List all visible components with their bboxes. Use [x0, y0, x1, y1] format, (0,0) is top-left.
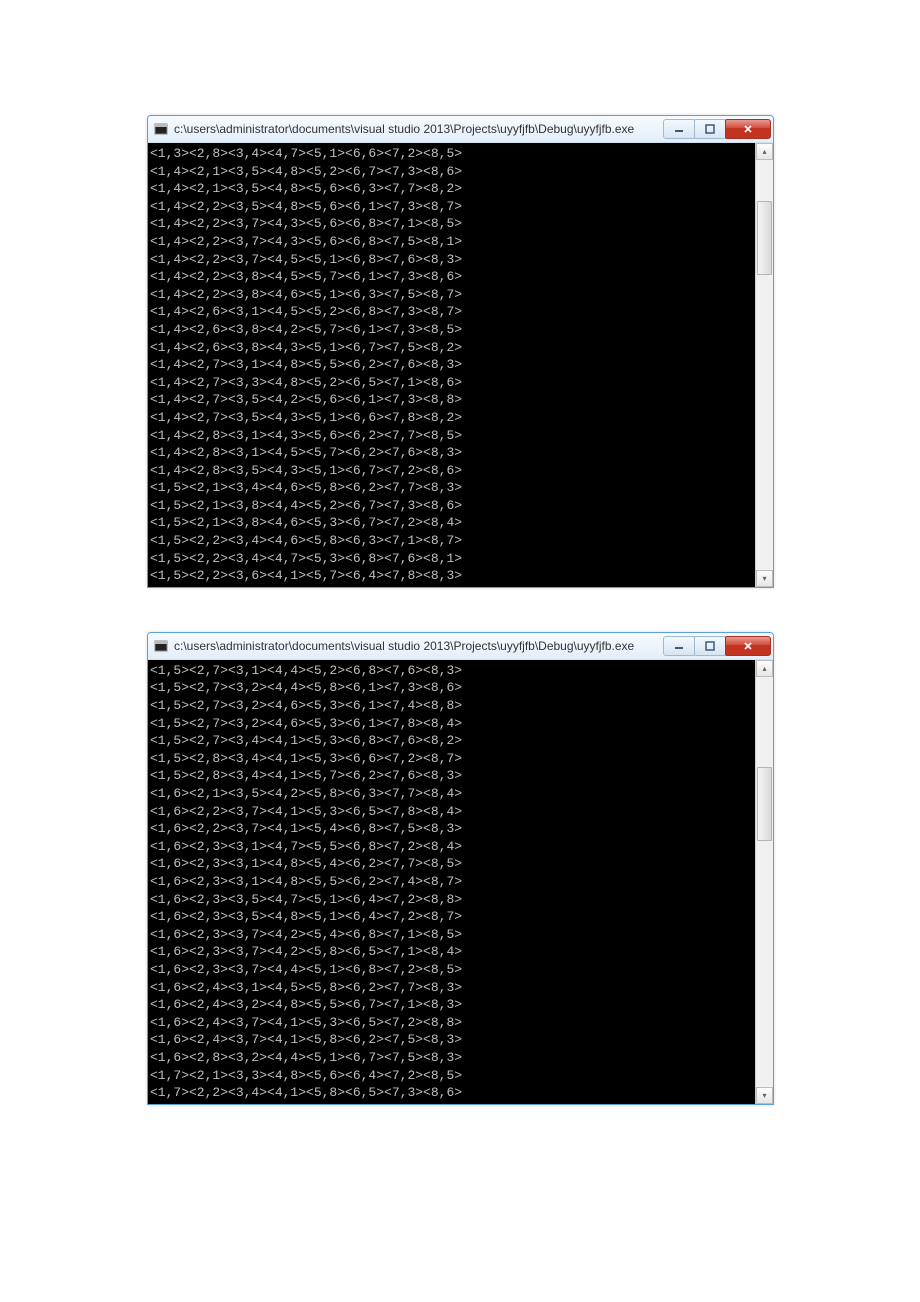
maximize-button[interactable]	[694, 636, 726, 656]
console-line: <1,4><2,7><3,1><4,8><5,5><6,2><7,6><8,3>	[150, 356, 751, 374]
console-line: <1,6><2,3><3,7><4,4><5,1><6,8><7,2><8,5>	[150, 961, 751, 979]
scroll-up-icon: ▴	[762, 664, 766, 673]
scroll-up-button[interactable]: ▴	[756, 660, 773, 677]
console-line: <1,4><2,7><3,3><4,8><5,2><6,5><7,1><8,6>	[150, 374, 751, 392]
scrollbar[interactable]: ▴ ▾	[755, 660, 773, 1104]
maximize-button[interactable]	[694, 119, 726, 139]
scroll-down-icon: ▾	[762, 1091, 766, 1100]
console-line: <1,7><2,2><3,4><4,1><5,8><6,5><7,3><8,6>	[150, 1084, 751, 1102]
console-line: <1,4><2,2><3,7><4,3><5,6><6,8><7,5><8,1>	[150, 233, 751, 251]
console-line: <1,5><2,7><3,2><4,6><5,3><6,1><7,4><8,8>	[150, 697, 751, 715]
maximize-icon	[705, 641, 715, 651]
window-title: c:\users\administrator\documents\visual …	[174, 122, 664, 136]
console-line: <1,6><2,2><3,7><4,1><5,4><6,8><7,5><8,3>	[150, 820, 751, 838]
scroll-up-icon: ▴	[762, 147, 766, 156]
scrollbar-thumb[interactable]	[757, 767, 772, 841]
console-line: <1,4><2,8><3,1><4,3><5,6><6,2><7,7><8,5>	[150, 427, 751, 445]
console-line: <1,5><2,7><3,4><4,1><5,3><6,8><7,6><8,2>	[150, 732, 751, 750]
titlebar[interactable]: c:\users\administrator\documents\visual …	[148, 116, 773, 143]
titlebar[interactable]: c:\users\administrator\documents\visual …	[148, 633, 773, 660]
console-line: <1,5><2,8><3,4><4,1><5,3><6,6><7,2><8,7>	[150, 750, 751, 768]
console-line: <1,7><2,1><3,3><4,8><5,6><6,4><7,2><8,5>	[150, 1067, 751, 1085]
console-output: <1,5><2,7><3,1><4,4><5,2><6,8><7,6><8,3>…	[148, 660, 755, 1104]
console-line: <1,4><2,7><3,5><4,2><5,6><6,1><7,3><8,8>	[150, 391, 751, 409]
console-line: <1,5><2,7><3,2><4,4><5,8><6,1><7,3><8,6>	[150, 679, 751, 697]
maximize-icon	[705, 124, 715, 134]
window-controls	[664, 119, 771, 139]
console-line: <1,6><2,3><3,7><4,2><5,8><6,5><7,1><8,4>	[150, 943, 751, 961]
console-line: <1,4><2,1><3,5><4,8><5,2><6,7><7,3><8,6>	[150, 163, 751, 181]
scrollbar-thumb[interactable]	[757, 201, 772, 275]
console-line: <1,4><2,2><3,7><4,5><5,1><6,8><7,6><8,3>	[150, 251, 751, 269]
console-line: <1,4><2,2><3,5><4,8><5,6><6,1><7,3><8,7>	[150, 198, 751, 216]
console-line: <1,6><2,4><3,7><4,1><5,3><6,5><7,2><8,8>	[150, 1014, 751, 1032]
console-line: <1,5><2,1><3,4><4,6><5,8><6,2><7,7><8,3>	[150, 479, 751, 497]
console-window-1: c:\users\administrator\documents\visual …	[147, 115, 774, 588]
minimize-button[interactable]	[663, 119, 695, 139]
console-line: <1,6><2,2><3,7><4,1><5,3><6,5><7,8><8,4>	[150, 803, 751, 821]
console-line: <1,4><2,8><3,1><4,5><5,7><6,2><7,6><8,3>	[150, 444, 751, 462]
console-line: <1,6><2,3><3,1><4,8><5,5><6,2><7,4><8,7>	[150, 873, 751, 891]
console-line: <1,5><2,7><3,2><4,6><5,3><6,1><7,8><8,4>	[150, 715, 751, 733]
scroll-down-icon: ▾	[762, 574, 766, 583]
scrollbar-track[interactable]	[756, 160, 773, 570]
console-line: <1,6><2,8><3,2><4,4><5,1><6,7><7,5><8,3>	[150, 1049, 751, 1067]
console-line: <1,6><2,3><3,5><4,7><5,1><6,4><7,2><8,8>	[150, 891, 751, 909]
scroll-down-button[interactable]: ▾	[756, 1087, 773, 1104]
console-line: <1,6><2,3><3,7><4,2><5,4><6,8><7,1><8,5>	[150, 926, 751, 944]
console-line: <1,6><2,4><3,1><4,5><5,8><6,2><7,7><8,3>	[150, 979, 751, 997]
console-line: <1,5><2,8><3,4><4,1><5,7><6,2><7,6><8,3>	[150, 767, 751, 785]
console-line: <1,5><2,1><3,8><4,6><5,3><6,7><7,2><8,4>	[150, 514, 751, 532]
window-controls	[664, 636, 771, 656]
minimize-icon	[674, 124, 684, 134]
console-app-icon	[154, 122, 168, 136]
console-line: <1,4><2,2><3,7><4,3><5,6><6,8><7,1><8,5>	[150, 215, 751, 233]
console-line: <1,6><2,3><3,5><4,8><5,1><6,4><7,2><8,7>	[150, 908, 751, 926]
console-line: <1,6><2,3><3,1><4,8><5,4><6,2><7,7><8,5>	[150, 855, 751, 873]
console-line: <1,4><2,2><3,8><4,5><5,7><6,1><7,3><8,6>	[150, 268, 751, 286]
minimize-button[interactable]	[663, 636, 695, 656]
console-window-2: c:\users\administrator\documents\visual …	[147, 632, 774, 1105]
console-line: <1,4><2,6><3,1><4,5><5,2><6,8><7,3><8,7>	[150, 303, 751, 321]
close-button[interactable]	[725, 119, 771, 139]
console-line: <1,5><2,2><3,4><4,7><5,3><6,8><7,6><8,1>	[150, 550, 751, 568]
console-line: <1,6><2,3><3,1><4,7><5,5><6,8><7,2><8,4>	[150, 838, 751, 856]
console-line: <1,4><2,6><3,8><4,2><5,7><6,1><7,3><8,5>	[150, 321, 751, 339]
console-line: <1,4><2,7><3,5><4,3><5,1><6,6><7,8><8,2>	[150, 409, 751, 427]
console-line: <1,5><2,2><3,6><4,1><5,7><6,4><7,8><8,3>	[150, 567, 751, 585]
console-line: <1,6><2,4><3,2><4,8><5,5><6,7><7,1><8,3>	[150, 996, 751, 1014]
console-line: <1,5><2,7><3,1><4,4><5,2><6,8><7,6><8,3>	[150, 662, 751, 680]
console-app-icon	[154, 639, 168, 653]
console-line: <1,4><2,1><3,5><4,8><5,6><6,3><7,7><8,2>	[150, 180, 751, 198]
console-body: <1,3><2,8><3,4><4,7><5,1><6,6><7,2><8,5>…	[148, 143, 773, 587]
close-button[interactable]	[725, 636, 771, 656]
console-line: <1,4><2,8><3,5><4,3><5,1><6,7><7,2><8,6>	[150, 462, 751, 480]
console-line: <1,5><2,1><3,8><4,4><5,2><6,7><7,3><8,6>	[150, 497, 751, 515]
scroll-up-button[interactable]: ▴	[756, 143, 773, 160]
close-icon	[743, 641, 753, 651]
console-line: <1,4><2,2><3,8><4,6><5,1><6,3><7,5><8,7>	[150, 286, 751, 304]
scrollbar[interactable]: ▴ ▾	[755, 143, 773, 587]
scroll-down-button[interactable]: ▾	[756, 570, 773, 587]
console-line: <1,6><2,4><3,7><4,1><5,8><6,2><7,5><8,3>	[150, 1031, 751, 1049]
minimize-icon	[674, 641, 684, 651]
scrollbar-track[interactable]	[756, 677, 773, 1087]
window-title: c:\users\administrator\documents\visual …	[174, 639, 664, 653]
console-body: <1,5><2,7><3,1><4,4><5,2><6,8><7,6><8,3>…	[148, 660, 773, 1104]
console-line: <1,3><2,8><3,4><4,7><5,1><6,6><7,2><8,5>	[150, 145, 751, 163]
console-line: <1,5><2,2><3,4><4,6><5,8><6,3><7,1><8,7>	[150, 532, 751, 550]
console-line: <1,4><2,6><3,8><4,3><5,1><6,7><7,5><8,2>	[150, 339, 751, 357]
console-output: <1,3><2,8><3,4><4,7><5,1><6,6><7,2><8,5>…	[148, 143, 755, 587]
close-icon	[743, 124, 753, 134]
console-line: <1,6><2,1><3,5><4,2><5,8><6,3><7,7><8,4>	[150, 785, 751, 803]
